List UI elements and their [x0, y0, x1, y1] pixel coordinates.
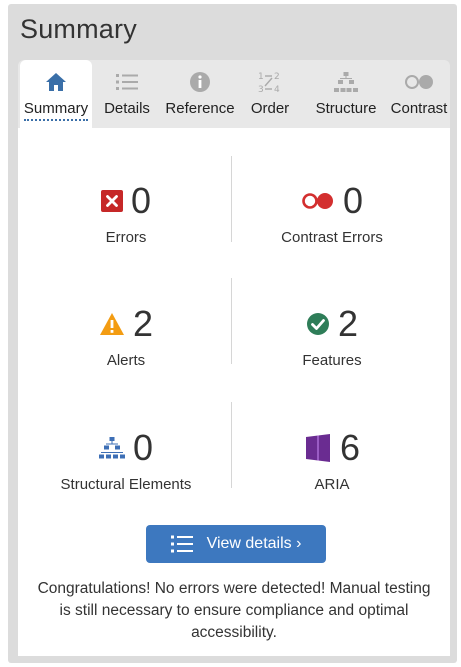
- tab-order-label: Order: [250, 100, 290, 117]
- tab-summary-label: Summary: [23, 100, 89, 121]
- aria-icon: [304, 433, 332, 463]
- svg-text:4: 4: [274, 85, 280, 94]
- error-icon: [100, 190, 123, 212]
- stat-contrast-errors[interactable]: 0 Contrast Errors: [232, 180, 432, 247]
- svg-text:1: 1: [258, 72, 264, 82]
- structure-icon: [331, 70, 361, 94]
- tab-structure[interactable]: Structure: [310, 60, 382, 128]
- tab-reference[interactable]: Reference: [162, 60, 238, 128]
- summary-panel: Summary Summary Details Reference 1 2 3 …: [8, 4, 457, 663]
- features-label: Features: [302, 352, 362, 369]
- alerts-count: 2: [132, 303, 154, 344]
- errors-count: 0: [130, 180, 152, 221]
- aria-label: ARIA: [314, 476, 350, 493]
- tab-summary[interactable]: Summary: [20, 60, 92, 128]
- alerts-label: Alerts: [106, 352, 146, 369]
- view-details-label: View details ›: [206, 535, 302, 552]
- structural-elements-label: Structural Elements: [60, 476, 192, 493]
- tab-structure-label: Structure: [315, 100, 377, 117]
- contrast-error-icon: [301, 192, 335, 210]
- stat-features[interactable]: 2 Features: [232, 303, 432, 370]
- list-icon: [112, 70, 142, 94]
- contrast-errors-label: Contrast Errors: [281, 229, 383, 246]
- feature-check-icon: [306, 312, 330, 336]
- tab-order[interactable]: 1 2 3 4 Order: [244, 60, 296, 128]
- home-icon: [41, 70, 71, 94]
- tab-reference-label: Reference: [165, 100, 235, 117]
- tab-contrast-label: Contrast: [390, 100, 448, 117]
- structural-elements-count: 0: [132, 427, 154, 468]
- tab-details-label: Details: [104, 100, 150, 117]
- aria-count: 6: [339, 427, 361, 468]
- info-icon: [185, 70, 215, 94]
- stat-alerts[interactable]: 2 Alerts: [26, 304, 226, 369]
- tab-contrast[interactable]: Contrast: [388, 60, 450, 128]
- panel-title: Summary: [20, 14, 137, 44]
- tab-details[interactable]: Details: [96, 60, 158, 128]
- errors-label: Errors: [105, 229, 147, 246]
- features-count: 2: [337, 303, 359, 344]
- stat-aria[interactable]: 6 ARIA: [232, 428, 432, 493]
- alert-icon: [99, 312, 125, 336]
- summary-content: 0 Errors 0 Contrast Errors 2 Alerts 2 Fe…: [18, 128, 450, 656]
- svg-text:2: 2: [274, 72, 280, 82]
- list-icon: [170, 534, 193, 554]
- congratulations-message: Congratulations! No errors were detected…: [37, 580, 431, 641]
- contrast-icon: [404, 70, 434, 94]
- view-details-button[interactable]: View details ›: [146, 525, 326, 563]
- contrast-errors-count: 0: [342, 180, 364, 221]
- stat-structural-elements[interactable]: 0 Structural Elements: [26, 427, 226, 494]
- svg-text:3: 3: [258, 85, 264, 94]
- tab-bar: Summary Details Reference 1 2 3 4 Order …: [18, 60, 450, 128]
- stat-errors[interactable]: 0 Errors: [26, 181, 226, 246]
- structure-element-icon: [98, 436, 125, 460]
- order-icon: 1 2 3 4: [255, 70, 285, 94]
